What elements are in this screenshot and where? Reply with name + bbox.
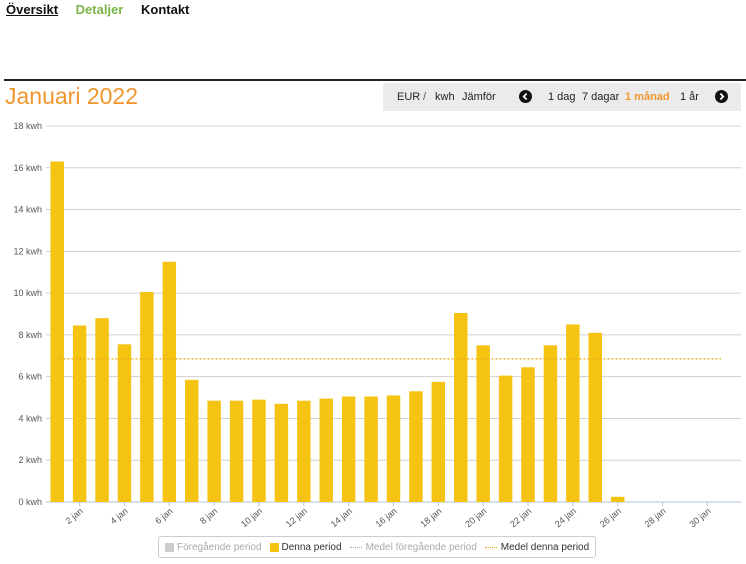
header-divider [4,79,746,81]
bar [117,344,132,502]
consumption-bar-chart: 0 kwh 2 kwh 4 kwh 6 kwh 8 kwh 10 kwh 12 kwh 14 … [13,121,741,529]
y-tick-label: 14 kwh [13,205,42,215]
y-tick-label: 0 kwh [18,497,42,507]
y-tick-label: 12 kwh [13,246,42,256]
bar [521,367,535,502]
range-year-button[interactable]: 1 år [680,91,699,103]
bar [72,325,87,502]
legend-this-period-label: Denna period [281,541,342,553]
range-week-button[interactable]: 7 dagar [582,91,619,103]
bar [229,400,244,502]
legend-avg-this[interactable]: Medel denna period [484,541,590,553]
nav-details[interactable]: Detaljer [76,2,124,17]
bar [297,400,311,502]
bar [207,400,221,502]
y-tick-label: 10 kwh [13,288,42,298]
page-title: Januari 2022 [5,83,138,109]
x-tick-label: 12 jan [284,506,309,529]
x-tick-label: 22 jan [508,506,533,529]
bar [252,399,266,502]
bar [409,391,423,502]
legend-this-period[interactable]: Denna period [269,541,342,553]
x-tick-label: 24 jan [553,506,578,529]
bar [185,379,199,502]
x-tick-label: 18 jan [418,506,443,529]
y-tick-label: 16 kwh [13,163,42,173]
prev-period-icon[interactable] [519,90,532,103]
x-tick-label: 8 jan [198,506,219,526]
range-day-button[interactable]: 1 dag [548,91,576,103]
bar [610,496,625,502]
x-tick-label: 26 jan [598,506,623,529]
y-tick-label: 2 kwh [18,455,42,465]
bar [543,345,558,502]
unit-kwh-button[interactable]: kwh [435,91,455,103]
legend-avg-prev-label: Medel föregående period [365,541,477,553]
x-tick-label: 30 jan [687,506,712,529]
x-tick-label: 14 jan [329,506,354,529]
legend-avg-this-line [484,546,497,548]
y-tick-label: 6 kwh [18,372,42,382]
y-tick-label: 18 kwh [13,121,42,131]
x-tick-label: 6 jan [153,506,174,526]
bar [162,261,177,502]
x-tick-label: 16 jan [374,506,399,529]
bar [588,332,602,502]
x-tick-label: 20 jan [463,506,488,529]
range-month-button[interactable]: 1 månad [625,91,670,103]
bar [140,292,154,502]
bar [566,324,580,502]
x-tick-label: 2 jan [64,506,85,526]
x-tick-label: 4 jan [108,506,129,526]
compare-button[interactable]: Jämför [462,91,496,103]
y-tick-label: 4 kwh [18,413,42,423]
bar [498,375,513,502]
nav-overview[interactable]: Översikt [6,2,58,17]
chart-legend: Föregående period Denna period Medel för… [158,536,597,558]
x-tick-label: 28 jan [643,506,668,529]
next-period-icon[interactable] [715,90,728,103]
bar [95,318,109,502]
x-tick-label: 10 jan [239,506,264,529]
bar [50,161,64,502]
bar [386,395,401,502]
bar [454,312,468,502]
bar [431,381,446,502]
bar [341,396,356,502]
nav-contact[interactable]: Kontakt [141,2,189,17]
unit-eur-button[interactable]: EUR [397,91,420,103]
top-nav: Översikt Detaljer Kontakt [6,2,203,17]
chart-toolbar: EUR / kwh Jämför 1 dag 7 dagar 1 månad 1… [383,83,741,111]
bar [476,345,490,502]
bar [364,396,378,502]
legend-prev-period[interactable]: Föregående period [165,542,262,553]
bar [274,403,289,502]
legend-prev-period-swatch [165,542,174,552]
legend-avg-this-label: Medel denna period [500,541,590,553]
y-tick-label: 8 kwh [18,330,42,340]
legend-avg-prev[interactable]: Medel föregående period [349,541,477,553]
legend-avg-prev-line [349,546,362,548]
legend-prev-period-label: Föregående period [177,541,262,553]
unit-separator: / [423,91,427,103]
legend-this-period-swatch [269,542,279,552]
bar [319,398,333,502]
